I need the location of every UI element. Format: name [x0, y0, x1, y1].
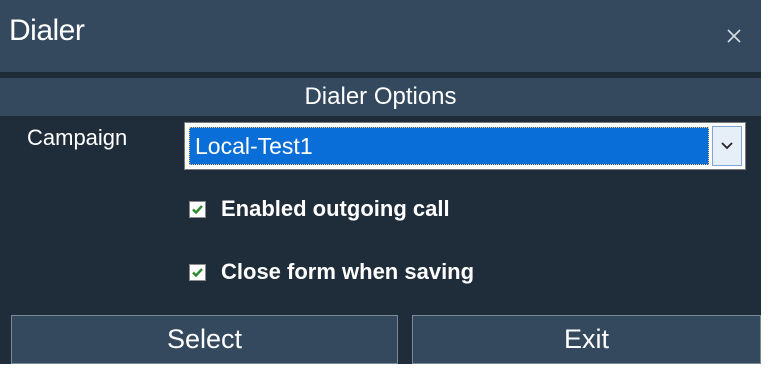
- enabled-outgoing-call-checkbox[interactable]: [189, 200, 206, 218]
- dropdown-button[interactable]: [712, 126, 742, 166]
- chevron-down-icon: [721, 142, 733, 150]
- campaign-label: Campaign: [27, 125, 128, 150]
- checkmark-icon: [192, 267, 203, 277]
- close-button[interactable]: [716, 18, 752, 54]
- close-icon: [727, 29, 741, 43]
- dialer-window: Dialer Dialer Options Campaign Local-Tes…: [0, 0, 761, 364]
- close-form-when-saving-option[interactable]: Close form when saving: [189, 259, 474, 285]
- select-button[interactable]: Select: [11, 315, 398, 364]
- exit-button[interactable]: Exit: [412, 315, 761, 364]
- section-header: Dialer Options: [0, 78, 761, 116]
- checkmark-icon: [192, 204, 203, 214]
- close-form-when-saving-label: Close form when saving: [221, 259, 475, 284]
- close-form-when-saving-checkbox[interactable]: [189, 263, 206, 281]
- enabled-outgoing-call-option[interactable]: Enabled outgoing call: [189, 196, 450, 222]
- campaign-selected-value[interactable]: Local-Test1: [189, 127, 709, 165]
- title-bar: Dialer: [0, 0, 761, 72]
- enabled-outgoing-call-label: Enabled outgoing call: [221, 196, 450, 221]
- campaign-dropdown[interactable]: Local-Test1: [184, 122, 746, 170]
- window-title: Dialer: [9, 14, 85, 47]
